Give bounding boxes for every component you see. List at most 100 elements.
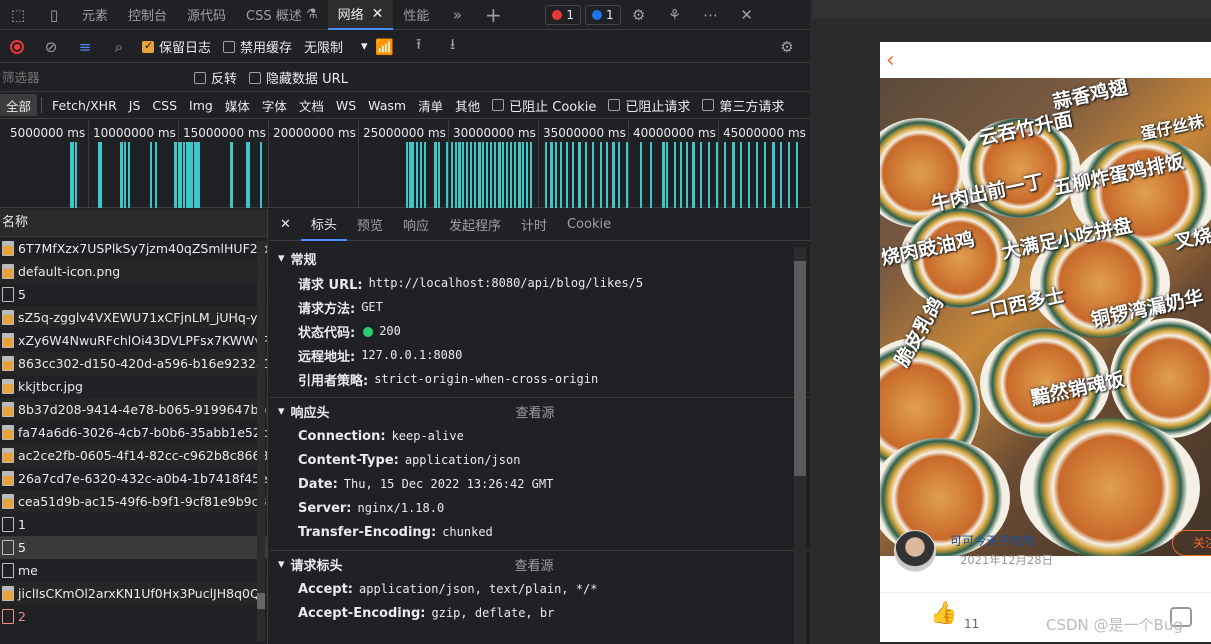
inspect-icon[interactable]: ⬚	[0, 0, 36, 30]
type-filter-ws[interactable]: WS	[330, 94, 362, 116]
close-devtools-icon[interactable]: ✕	[729, 0, 765, 30]
detail-scrollbar[interactable]	[794, 247, 806, 644]
author-name[interactable]: 可可今天不吃肉	[950, 532, 1034, 549]
request-row[interactable]: 8b37d208-9414-4e78-b065-9199647bb	[0, 398, 267, 421]
blocked-requests-checkbox[interactable]: 已阻止请求	[608, 96, 690, 115]
overview-bar	[780, 142, 782, 208]
clear-icon[interactable]: ⊘	[34, 31, 68, 63]
type-filter-js[interactable]: JS	[123, 94, 147, 116]
tab-preview[interactable]: 预览	[347, 209, 393, 241]
type-filter-doc[interactable]: 文档	[293, 94, 330, 116]
follow-button[interactable]: 关注	[1172, 530, 1211, 556]
third-party-checkbox[interactable]: 第三方请求	[702, 96, 784, 115]
view-source-link[interactable]: 查看源	[516, 402, 555, 421]
invert-checkbox[interactable]: 反转	[194, 68, 237, 87]
request-name: default-icon.png	[18, 264, 121, 279]
response-headers-header[interactable]: ▾ 响应头 查看源	[270, 398, 810, 424]
network-settings-icon[interactable]: ⚙	[770, 31, 804, 63]
type-filter-other[interactable]: 其他	[449, 94, 486, 116]
tab-css-overview[interactable]: CSS 概述 ⚗	[236, 0, 328, 30]
request-row[interactable]: 2	[0, 605, 267, 628]
tab-headers[interactable]: 标头	[300, 209, 347, 241]
close-detail-icon[interactable]: ✕	[270, 209, 301, 241]
checkbox-icon	[492, 99, 505, 111]
request-row[interactable]: sZ5q-zgglv4VXEWU71xCFjnLM_jUHq-yl.	[0, 306, 267, 329]
request-row[interactable]: 1	[0, 513, 267, 536]
overview-tick: 10000000 ms	[93, 126, 176, 140]
request-list-scrollbar[interactable]	[257, 241, 265, 641]
tab-network[interactable]: 网络 ✕	[327, 0, 394, 30]
scrollbar-thumb[interactable]	[257, 593, 265, 609]
message-badge[interactable]: 1	[584, 4, 621, 25]
blocked-cookies-checkbox[interactable]: 已阻止 Cookie	[492, 96, 596, 115]
request-row[interactable]: fa74a6d6-3026-4cb7-b0b6-35abb1e52c	[0, 421, 267, 444]
tab-initiator[interactable]: 发起程序	[439, 209, 511, 241]
request-row[interactable]: cea51d9b-ac15-49f6-b9f1-9cf81e9b9c8.	[0, 490, 267, 513]
view-source-link[interactable]: 查看源	[515, 555, 554, 574]
more-options-icon[interactable]: ⋯	[693, 0, 729, 30]
import-har-icon[interactable]: ⭱	[402, 31, 436, 63]
request-row[interactable]: 5	[0, 536, 267, 559]
hide-data-urls-label: 隐藏数据 URL	[266, 72, 348, 87]
filter-icon[interactable]: ≡	[68, 31, 102, 63]
tab-elements[interactable]: 元素	[72, 0, 118, 30]
tab-cookies[interactable]: Cookie	[557, 209, 621, 241]
back-arrow-icon[interactable]: ‹	[886, 48, 895, 73]
overview-bar	[420, 142, 422, 208]
add-tab-icon[interactable]: +	[475, 0, 511, 30]
throttle-select[interactable]: 无限制 ▾	[304, 37, 368, 56]
request-row[interactable]: ac2ce2fb-0605-4f14-82cc-c962b8c8668.	[0, 444, 267, 467]
type-filter-css[interactable]: CSS	[146, 94, 183, 116]
request-row[interactable]: 863cc302-d150-420d-a596-b16e9232a1	[0, 352, 267, 375]
export-har-icon[interactable]: ⭳	[436, 31, 470, 63]
network-conditions-icon[interactable]: 📶	[368, 31, 402, 63]
customize-icon[interactable]: ⚘	[657, 0, 693, 30]
document-icon	[2, 287, 14, 302]
network-overview[interactable]: 5000000 ms 10000000 ms 15000000 ms 20000…	[0, 120, 810, 208]
type-filter-manifest[interactable]: 清单	[412, 94, 449, 116]
type-filter-wasm[interactable]: Wasm	[362, 94, 412, 116]
thumbs-up-icon[interactable]: 👍	[930, 601, 957, 626]
tab-performance[interactable]: 性能	[393, 0, 439, 30]
more-tabs-icon[interactable]: »	[439, 0, 475, 30]
request-row[interactable]: me	[0, 559, 267, 582]
error-badge[interactable]: 1	[545, 4, 581, 25]
column-header-name[interactable]: 名称	[0, 209, 267, 237]
type-filter-all[interactable]: 全部	[0, 94, 38, 116]
type-filter-fetch-xhr[interactable]: Fetch/XHR	[46, 94, 123, 116]
tab-console[interactable]: 控制台	[118, 0, 177, 30]
device-toggle-icon[interactable]: ▯	[36, 0, 72, 30]
avatar[interactable]	[894, 530, 936, 572]
blog-photo[interactable]: 蒜香鸡翅 云吞竹升面 牛肉出前一丁 五柳炸蛋鸡排饭 烧肉豉油鸡 大满足小吃拼盘 …	[880, 78, 1211, 556]
settings-gear-icon[interactable]: ⚙	[621, 0, 657, 30]
request-row[interactable]: default-icon.png	[0, 260, 267, 283]
overview-bar	[174, 142, 177, 208]
request-row[interactable]: jiclIsCKmOl2arxKN1Uf0Hx3PuclJH8q0Q.	[0, 582, 267, 605]
request-row[interactable]: 6T7MfXzx7USPlkSy7jzm40qZSmlHUF2jd	[0, 237, 267, 260]
close-tab-icon[interactable]: ✕	[372, 6, 384, 22]
request-row[interactable]: 5	[0, 283, 267, 306]
disable-cache-checkbox[interactable]: 禁用缓存	[223, 37, 292, 56]
type-filter-img[interactable]: Img	[183, 94, 219, 116]
request-row[interactable]: kkjtbcr.jpg	[0, 375, 267, 398]
hide-data-urls-checkbox[interactable]: 隐藏数据 URL	[249, 68, 348, 87]
header-key: Date:	[298, 476, 338, 492]
scrollbar-thumb[interactable]	[794, 261, 806, 476]
image-file-icon	[2, 425, 14, 440]
request-headers-header[interactable]: ▾ 请求标头 查看源	[270, 551, 810, 577]
type-filter-font[interactable]: 字体	[256, 94, 293, 116]
tab-response[interactable]: 响应	[393, 209, 439, 241]
record-icon[interactable]	[0, 31, 34, 63]
tab-sources[interactable]: 源代码	[177, 0, 236, 30]
request-row[interactable]: xZy6W4NwuRFchlOi43DVLPFsx7KWWvP	[0, 329, 267, 352]
request-row[interactable]: 26a7cd7e-6320-432c-a0b4-1b7418f45e	[0, 467, 267, 490]
request-headers-title: 请求标头	[290, 558, 343, 574]
tab-timing[interactable]: 计时	[511, 209, 557, 241]
overview-bar	[566, 142, 568, 208]
filter-input[interactable]	[0, 66, 178, 89]
type-filter-media[interactable]: 媒体	[219, 94, 256, 116]
general-header[interactable]: ▾ 常规	[270, 245, 810, 271]
search-icon[interactable]: ⌕	[102, 31, 136, 63]
preserve-log-checkbox[interactable]: 保留日志	[142, 37, 211, 56]
overview-bar	[412, 142, 414, 208]
